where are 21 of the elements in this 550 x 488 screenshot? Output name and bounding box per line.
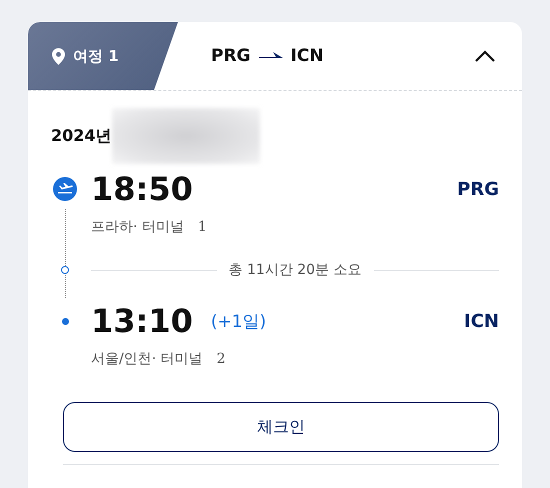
departure-plane-icon <box>53 177 77 201</box>
arrival-airport: ICN <box>464 310 499 332</box>
collapse-button[interactable] <box>474 49 496 63</box>
departure-airport: PRG <box>457 178 499 200</box>
departure-terminal: 프라하· 터미널 <box>91 218 184 236</box>
location-pin-icon <box>52 48 65 64</box>
trip-tab[interactable]: 여정 1 <box>28 22 178 90</box>
arrival-terminal: 서울/인천· 터미널 <box>91 350 203 368</box>
departure-time: 18:50 <box>91 170 193 208</box>
stopover-dot <box>61 266 69 274</box>
destination-code: ICN <box>290 46 324 66</box>
check-in-button[interactable]: 체크인 <box>63 402 499 452</box>
terminal-number: 2 <box>216 351 226 367</box>
origin-code: PRG <box>211 46 251 66</box>
arrival-time: 13:10 <box>91 302 193 340</box>
date-text: 2024년 <box>51 126 112 146</box>
arrival-dot <box>62 318 68 324</box>
terminal-number: 1 <box>198 219 207 235</box>
duration-text: 총 11시간 20분 소요 <box>228 261 362 279</box>
plane-arrow-icon <box>258 52 283 60</box>
day-offset: (+1일) <box>210 310 266 332</box>
